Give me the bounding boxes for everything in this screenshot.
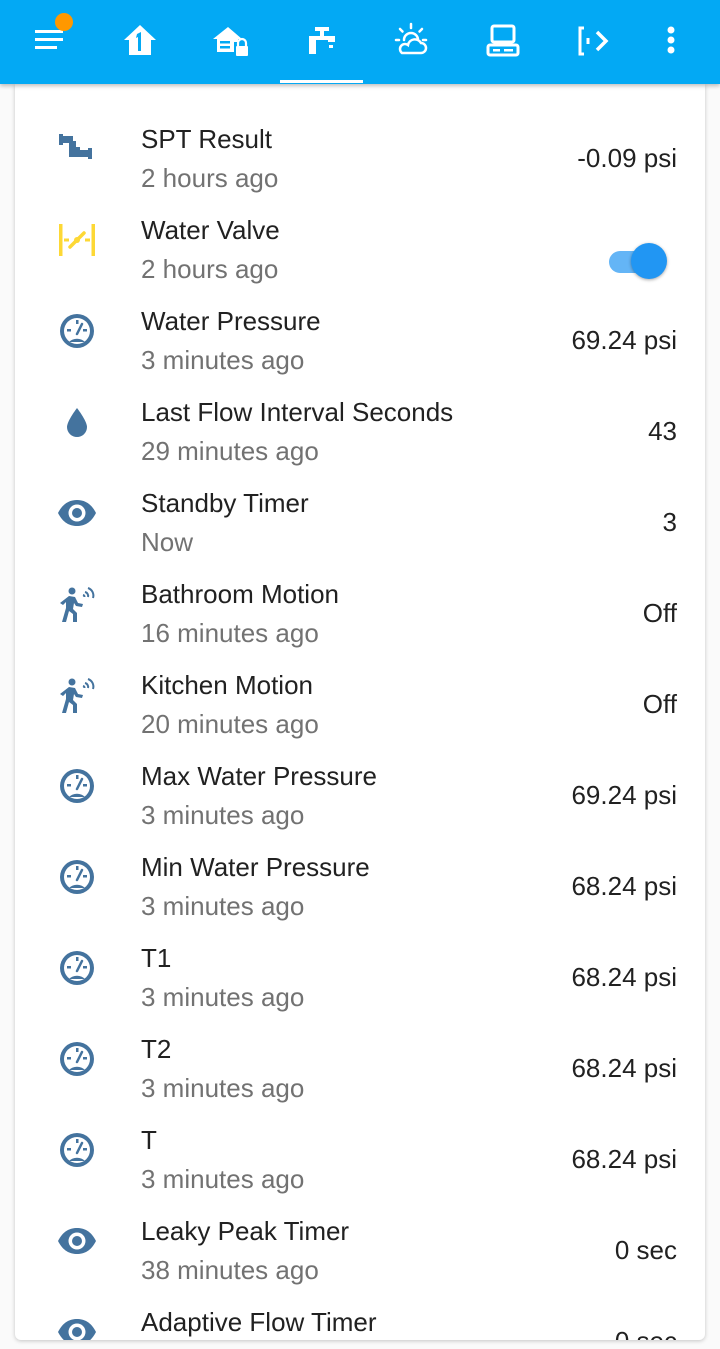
entity-name[interactable]: Last Flow Interval Seconds bbox=[141, 397, 453, 428]
entity-row[interactable]: Kitchen Motion 20 minutes ago Off bbox=[15, 648, 705, 739]
entity-row[interactable]: T1 3 minutes ago 68.24 psi bbox=[15, 921, 705, 1012]
entity-state-value: 43 bbox=[648, 416, 677, 446]
entity-name[interactable]: Water Valve bbox=[141, 215, 280, 246]
overflow-menu-button[interactable] bbox=[631, 0, 711, 84]
entity-name[interactable]: Kitchen Motion bbox=[141, 670, 313, 701]
entity-state-value: 69.24 psi bbox=[571, 780, 677, 810]
entity-name[interactable]: Water Pressure bbox=[141, 306, 321, 337]
entity-last-changed: 16 minutes ago bbox=[141, 618, 319, 648]
notification-dot bbox=[55, 13, 73, 31]
entity-name[interactable]: T2 bbox=[141, 1034, 171, 1065]
entity-row[interactable]: Leaky Peak Timer 38 minutes ago 0 sec bbox=[15, 1194, 705, 1285]
entity-last-changed: 3 minutes ago bbox=[141, 800, 305, 830]
valve-open-icon bbox=[55, 218, 99, 262]
dots-vertical-icon bbox=[651, 20, 691, 65]
gauge-icon bbox=[55, 1128, 99, 1172]
entity-state-value: 68.24 psi bbox=[571, 1053, 677, 1083]
entity-name[interactable]: Adaptive Flow Timer bbox=[141, 1307, 377, 1338]
entity-state-value: 3 bbox=[662, 507, 677, 537]
entity-row[interactable]: Adaptive Flow Timer38 minutes ago0 sec bbox=[15, 1285, 705, 1340]
entity-row[interactable]: SPT Result 2 hours ago -0.09 psi bbox=[15, 102, 705, 193]
menu-button[interactable] bbox=[10, 0, 90, 84]
entity-last-changed: 3 minutes ago bbox=[141, 1164, 305, 1194]
water-drop-icon bbox=[55, 400, 99, 444]
entity-row[interactable]: Bathroom Motion 16 minutes ago Off bbox=[15, 557, 705, 648]
entity-row[interactable]: Last Flow Interval Seconds 29 minutes ago… bbox=[15, 375, 705, 466]
gauge-icon bbox=[55, 764, 99, 808]
weather-partly-cloudy-icon bbox=[391, 20, 431, 65]
entity-last-changed: 29 minutes ago bbox=[141, 436, 319, 466]
laptop-icon bbox=[483, 20, 523, 65]
entity-last-changed: 3 minutes ago bbox=[141, 345, 305, 375]
gauge-icon bbox=[55, 309, 99, 353]
home-icon bbox=[120, 20, 160, 65]
entity-state-value: -0.09 psi bbox=[577, 143, 677, 173]
tab-home[interactable] bbox=[100, 0, 180, 84]
entity-name[interactable]: T bbox=[141, 1125, 157, 1156]
motion-sensor-icon bbox=[55, 673, 99, 717]
gauge-icon bbox=[55, 855, 99, 899]
tab-computer[interactable] bbox=[463, 0, 543, 84]
entity-row[interactable]: Min Water Pressure 3 minutes ago 68.24 psi bbox=[15, 830, 705, 921]
eye-icon bbox=[55, 1219, 99, 1263]
tab-weather[interactable] bbox=[371, 0, 451, 84]
entity-name[interactable]: Leaky Peak Timer bbox=[141, 1216, 349, 1247]
water-faucet-icon bbox=[301, 20, 341, 65]
gauge-icon bbox=[55, 946, 99, 990]
code-brackets-icon bbox=[575, 20, 615, 65]
entity-last-changed: 2 hours ago bbox=[141, 254, 279, 284]
entity-state-value: Off bbox=[642, 598, 677, 628]
entity-name[interactable]: Bathroom Motion bbox=[141, 579, 339, 610]
entity-state-value: 68.24 psi bbox=[571, 871, 677, 901]
eye-icon bbox=[55, 1310, 99, 1340]
entity-last-changed: 2 hours ago bbox=[141, 163, 279, 193]
motion-sensor-icon bbox=[55, 582, 99, 626]
eye-icon bbox=[55, 491, 99, 535]
water-pipe-icon bbox=[55, 127, 99, 171]
entity-last-changed: 20 minutes ago bbox=[141, 709, 319, 739]
home-lock-icon bbox=[210, 20, 250, 65]
water-valve-toggle[interactable] bbox=[605, 241, 669, 281]
tab-security[interactable] bbox=[190, 0, 270, 84]
entity-row[interactable]: T 3 minutes ago 68.24 psi bbox=[15, 1103, 705, 1194]
entity-row[interactable]: Water Pressure 3 minutes ago 69.24 psi bbox=[15, 284, 705, 375]
entity-state-value: 68.24 psi bbox=[571, 1144, 677, 1174]
entity-row[interactable]: Water Valve 2 hours ago bbox=[15, 193, 705, 284]
entity-row[interactable]: Standby Timer Now 3 bbox=[15, 466, 705, 557]
active-tab-indicator bbox=[280, 80, 363, 83]
entity-state-value: Off bbox=[642, 689, 677, 719]
toggle-knob bbox=[631, 243, 667, 279]
entity-last-changed: 3 minutes ago bbox=[141, 982, 305, 1012]
entity-name[interactable]: Standby Timer bbox=[141, 488, 309, 519]
entity-name[interactable]: Max Water Pressure bbox=[141, 761, 377, 792]
entity-state-value: 0 sec bbox=[615, 1326, 677, 1340]
entity-name[interactable]: T1 bbox=[141, 943, 171, 974]
entity-name[interactable]: SPT Result bbox=[141, 124, 272, 155]
entities-card: SPT Result 2 hours ago -0.09 psi Water Valv… bbox=[15, 84, 705, 1340]
gauge-icon bbox=[55, 1037, 99, 1081]
entity-row[interactable]: Max Water Pressure 3 minutes ago 69.24 psi bbox=[15, 739, 705, 830]
entity-state-value: 0 sec bbox=[614, 1235, 677, 1265]
tab-more[interactable] bbox=[555, 0, 635, 84]
entity-last-changed: 3 minutes ago bbox=[141, 891, 305, 921]
tab-water[interactable] bbox=[281, 0, 361, 84]
entity-state-value: 69.24 psi bbox=[571, 325, 677, 355]
entity-name[interactable]: Min Water Pressure bbox=[141, 852, 370, 883]
entity-last-changed: 3 minutes ago bbox=[141, 1073, 305, 1103]
top-app-bar bbox=[0, 0, 720, 84]
entity-state-value: 68.24 psi bbox=[571, 962, 677, 992]
entity-row[interactable]: T2 3 minutes ago 68.24 psi bbox=[15, 1012, 705, 1103]
entity-last-changed: Now bbox=[141, 527, 194, 557]
entity-last-changed: 38 minutes ago bbox=[141, 1255, 319, 1285]
